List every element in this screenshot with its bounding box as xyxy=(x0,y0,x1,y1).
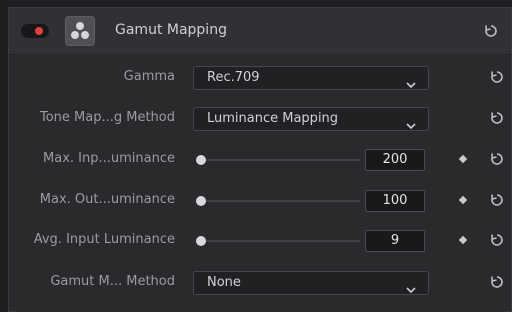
slider-thumb[interactable] xyxy=(196,236,206,246)
keyframe-diamond-icon[interactable] xyxy=(458,235,468,245)
panel-header: Gamut Mapping xyxy=(9,8,511,55)
gamut-mapping-reset-icon[interactable] xyxy=(489,274,505,290)
row-avg-input-luminance: Avg. Input Luminance 9 xyxy=(17,226,505,256)
max-input-luminance-label: Max. Inp...uminance xyxy=(43,151,175,166)
gamma-reset-icon[interactable] xyxy=(489,69,505,85)
keyframe-diamond-icon[interactable] xyxy=(458,154,468,164)
slider-thumb[interactable] xyxy=(196,155,206,165)
avg-input-luminance-field[interactable]: 9 xyxy=(365,230,425,252)
gamut-mapping-panel: Gamut Mapping Gamma Rec.709 Tone Map...g… xyxy=(8,7,512,312)
max-input-reset-icon[interactable] xyxy=(489,151,505,167)
avg-input-luminance-label: Avg. Input Luminance xyxy=(33,232,175,247)
enable-toggle[interactable] xyxy=(21,24,49,38)
header-reset-icon[interactable] xyxy=(483,23,499,39)
row-max-output-luminance: Max. Out...uminance 100 xyxy=(17,186,505,216)
gamma-dropdown[interactable]: Rec.709 xyxy=(193,66,429,90)
row-gamut-mapping-method: Gamut M... Method None xyxy=(17,268,505,298)
panel-title: Gamut Mapping xyxy=(115,22,227,38)
tone-mapping-reset-icon[interactable] xyxy=(489,110,505,126)
max-output-reset-icon[interactable] xyxy=(489,192,505,208)
row-tone-mapping-method: Tone Map...g Method Luminance Mapping xyxy=(17,104,505,134)
gamut-mapping-method-value: None xyxy=(207,275,241,290)
chevron-down-icon xyxy=(406,115,416,134)
tone-mapping-method-dropdown[interactable]: Luminance Mapping xyxy=(193,107,429,131)
toggle-knob xyxy=(35,27,43,35)
max-input-luminance-slider[interactable] xyxy=(196,155,360,165)
panel-body: Gamma Rec.709 Tone Map...g Method Lumina… xyxy=(17,54,505,312)
gamut-mapping-method-dropdown[interactable]: None xyxy=(193,271,429,295)
gamma-label: Gamma xyxy=(123,69,175,84)
tone-mapping-method-value: Luminance Mapping xyxy=(207,111,339,126)
row-gamma: Gamma Rec.709 xyxy=(17,63,505,93)
row-max-input-luminance: Max. Inp...uminance 200 xyxy=(17,145,505,175)
chevron-down-icon xyxy=(406,279,416,298)
gamut-mapping-method-label: Gamut M... Method xyxy=(50,274,175,289)
slider-thumb[interactable] xyxy=(196,196,206,206)
max-output-luminance-slider[interactable] xyxy=(196,196,360,206)
gamma-value: Rec.709 xyxy=(207,70,260,85)
max-output-luminance-field[interactable]: 100 xyxy=(365,190,425,212)
tone-mapping-method-label: Tone Map...g Method xyxy=(39,110,175,125)
avg-input-luminance-slider[interactable] xyxy=(196,236,360,246)
keyframe-diamond-icon[interactable] xyxy=(458,195,468,205)
chevron-down-icon xyxy=(406,74,416,93)
max-input-luminance-field[interactable]: 200 xyxy=(365,149,425,171)
max-output-luminance-label: Max. Out...uminance xyxy=(39,192,175,207)
avg-input-reset-icon[interactable] xyxy=(489,232,505,248)
davinci-resolve-icon xyxy=(65,16,95,46)
